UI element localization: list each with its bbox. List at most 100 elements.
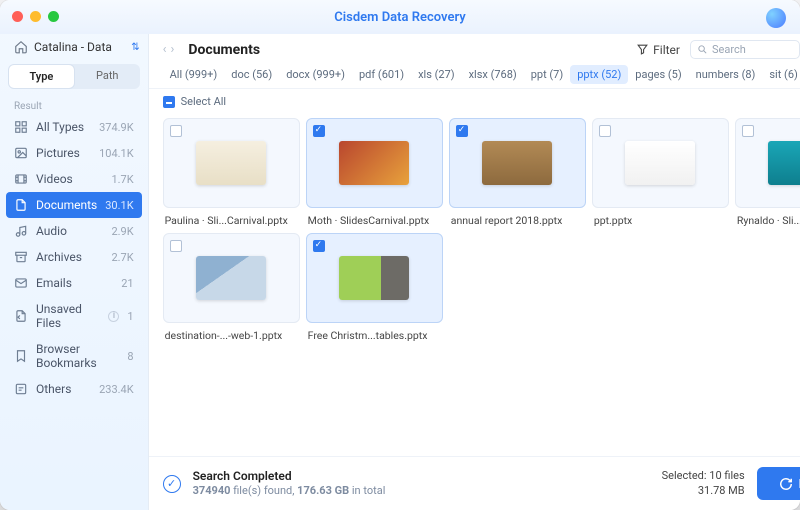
nav-forward-icon[interactable]: › xyxy=(171,42,175,57)
recover-button[interactable]: Recover xyxy=(757,467,800,500)
filetype-xls[interactable]: xls (27) xyxy=(411,65,462,84)
file-tile[interactable]: Paulina · Sli...Carnival.pptx xyxy=(163,118,300,227)
search-input[interactable]: Search xyxy=(690,40,800,59)
status-title: Search Completed xyxy=(193,468,386,484)
category-label: Videos xyxy=(36,172,103,186)
category-label: Audio xyxy=(36,224,103,238)
disk-row[interactable]: Catalina - Data ⇅ xyxy=(0,34,148,60)
file-tile[interactable]: ppt.pptx xyxy=(592,118,729,227)
file-checkbox[interactable] xyxy=(456,125,468,137)
category-count: 104.1K xyxy=(99,147,134,160)
file-tile[interactable]: annual report 2018.pptx xyxy=(449,118,586,227)
file-tile[interactable]: destination-...-web-1.pptx xyxy=(163,233,300,342)
category-audio[interactable]: Audio 2.9K xyxy=(0,218,148,244)
breadcrumb-title: Documents xyxy=(188,42,260,58)
category-archives[interactable]: Archives 2.7K xyxy=(0,244,148,270)
category-label: Others xyxy=(36,382,91,396)
file-thumbnail xyxy=(196,256,266,300)
select-all-checkbox[interactable] xyxy=(163,96,175,108)
filetype-pdf[interactable]: pdf (601) xyxy=(352,65,411,84)
file-tile[interactable]: Free Christm...tables.pptx xyxy=(306,233,443,342)
file-checkbox[interactable] xyxy=(170,125,182,137)
select-all-row[interactable]: Select All xyxy=(149,89,800,114)
toolbar: ‹ › Documents Filter Search xyxy=(149,34,800,61)
category-count: 2.7K xyxy=(111,251,133,264)
category-count: 233.4K xyxy=(99,383,134,396)
info-icon[interactable]: i xyxy=(108,311,119,322)
window-close-button[interactable] xyxy=(12,11,23,22)
file-tile[interactable]: Moth · SlidesCarnival.pptx xyxy=(306,118,443,227)
avatar-icon[interactable] xyxy=(766,8,786,28)
category-all-types[interactable]: All Types 374.9K xyxy=(0,114,148,140)
category-count: 374.9K xyxy=(99,121,134,134)
category-emails[interactable]: Emails21 xyxy=(0,270,148,296)
doc-icon xyxy=(14,198,28,212)
filetype-docx[interactable]: docx (999+) xyxy=(279,65,352,84)
sidebar: Catalina - Data ⇅ Type Path Result All T… xyxy=(0,0,149,510)
main-panel: ‹ › Documents Filter Search xyxy=(149,0,800,510)
file-checkbox[interactable] xyxy=(313,240,325,252)
filetype-pptx[interactable]: pptx (52) xyxy=(570,65,628,84)
category-label: All Types xyxy=(36,120,91,134)
category-label: Browser Bookmarks xyxy=(36,342,119,370)
tab-path[interactable]: Path xyxy=(75,64,140,89)
category-browser-bookmarks[interactable]: Browser Bookmarks8 xyxy=(0,336,148,376)
file-thumb-box xyxy=(163,118,300,208)
film-icon xyxy=(14,172,28,186)
tab-type[interactable]: Type xyxy=(8,64,75,89)
filetype-xlsx[interactable]: xlsx (768) xyxy=(462,65,524,84)
sidebar-tabbar: Type Path xyxy=(8,64,140,89)
file-name: Paulina · Sli...Carnival.pptx xyxy=(163,214,300,227)
filetype-sit[interactable]: sit (6) xyxy=(762,65,800,84)
nav-back-icon[interactable]: ‹ xyxy=(163,42,167,57)
sort-icon[interactable]: ⇅ xyxy=(131,42,137,53)
file-checkbox[interactable] xyxy=(742,125,754,137)
other-icon xyxy=(14,382,28,396)
bookmark-icon xyxy=(14,349,28,363)
category-pictures[interactable]: Pictures 104.1K xyxy=(0,140,148,166)
status-bar: ✓ Search Completed 374940 file(s) found,… xyxy=(149,456,800,510)
category-label: Unsaved Files xyxy=(36,302,98,330)
category-videos[interactable]: Videos1.7K xyxy=(0,166,148,192)
file-grid-scroll[interactable]: Paulina · Sli...Carnival.pptx Moth · Slid… xyxy=(149,114,800,456)
window-maximize-button[interactable] xyxy=(48,11,59,22)
category-label: Pictures xyxy=(36,146,91,160)
file-checkbox[interactable] xyxy=(170,240,182,252)
category-count: 2.9K xyxy=(111,225,133,238)
music-icon xyxy=(14,224,28,238)
file-thumb-box xyxy=(306,118,443,208)
mail-icon xyxy=(14,276,28,290)
filter-label: Filter xyxy=(653,43,680,57)
filetype-ppt[interactable]: ppt (7) xyxy=(524,65,570,84)
file-grid: Paulina · Sli...Carnival.pptx Moth · Slid… xyxy=(163,118,800,342)
filetype-doc[interactable]: doc (56) xyxy=(224,65,279,84)
filetype-All[interactable]: All (999+) xyxy=(163,65,225,84)
selection-summary: Selected: 10 files 31.78 MB xyxy=(662,469,745,499)
category-documents[interactable]: Documents 30.1K xyxy=(6,192,142,218)
category-count: 30.1K xyxy=(105,199,133,212)
sidebar-section-label: Result xyxy=(0,93,148,114)
file-tile[interactable]: Rynaldo · Sli...arnival.pptx xyxy=(735,118,800,227)
category-others[interactable]: Others 233.4K xyxy=(0,376,148,402)
status-summary: 374940 file(s) found, 176.63 GB in total xyxy=(193,484,386,499)
filetype-pages[interactable]: pages (5) xyxy=(628,65,688,84)
category-label: Documents xyxy=(36,198,97,212)
file-thumbnail xyxy=(339,256,409,300)
category-label: Archives xyxy=(36,250,103,264)
filter-button[interactable]: Filter xyxy=(636,43,680,57)
file-thumb-box xyxy=(592,118,729,208)
archive-icon xyxy=(14,250,28,264)
file-checkbox[interactable] xyxy=(599,125,611,137)
select-all-label: Select All xyxy=(181,95,226,108)
file-checkbox[interactable] xyxy=(313,125,325,137)
file-thumb-box xyxy=(735,118,800,208)
category-unsaved-files[interactable]: Unsaved Filesi1 xyxy=(0,296,148,336)
filetype-strip: All (999+)doc (56)docx (999+)pdf (601)xl… xyxy=(149,61,800,89)
app-title: Cisdem Data Recovery xyxy=(334,10,465,25)
file-name: annual report 2018.pptx xyxy=(449,214,586,227)
file-name: destination-...-web-1.pptx xyxy=(163,329,300,342)
window-minimize-button[interactable] xyxy=(30,11,41,22)
filetype-numbers[interactable]: numbers (8) xyxy=(689,65,763,84)
file-thumbnail xyxy=(625,141,695,185)
titlebar: Cisdem Data Recovery xyxy=(0,0,800,34)
